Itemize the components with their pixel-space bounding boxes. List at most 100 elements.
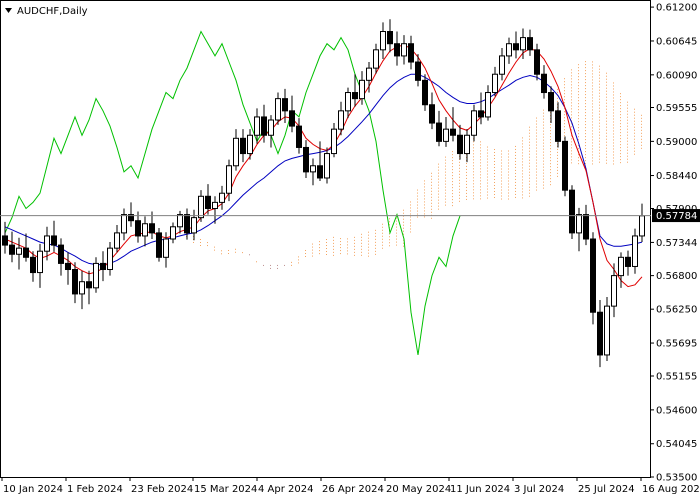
- cloud-dot: [361, 242, 362, 244]
- bullish-candle-body: [212, 201, 218, 209]
- cloud-dot: [613, 124, 614, 126]
- cloud-dot: [326, 251, 327, 252]
- cloud-dot: [375, 253, 376, 255]
- cloud-dot: [515, 166, 516, 168]
- cloud-dot: [501, 174, 502, 176]
- bullish-candle-body: [198, 195, 204, 219]
- cloud-dot: [578, 136, 579, 138]
- cloud-dot: [459, 164, 460, 166]
- cloud-dot: [445, 186, 446, 188]
- cloud-dot: [557, 163, 558, 165]
- cloud-dot: [543, 166, 544, 168]
- bullish-candle-body: [114, 232, 120, 249]
- cloud-dot: [578, 91, 579, 93]
- bearish-candle-body: [562, 140, 568, 191]
- cloud-dot: [585, 124, 586, 126]
- cloud-dot: [620, 102, 621, 104]
- cloud-dot: [431, 208, 432, 210]
- cloud-dot: [592, 79, 593, 81]
- cloud-dot: [438, 202, 439, 204]
- cloud-dot: [578, 79, 579, 81]
- cloud-dot: [445, 198, 446, 200]
- cloud-dot: [354, 242, 355, 244]
- cloud-dot: [515, 181, 516, 183]
- cloud-dot: [347, 241, 348, 243]
- cloud-dot: [529, 195, 530, 197]
- cloud-dot: [508, 177, 509, 179]
- cloud-dot: [431, 211, 432, 213]
- cloud-dot: [410, 216, 411, 218]
- cloud-dot: [375, 232, 376, 234]
- bearish-candle-body: [205, 195, 211, 209]
- cloud-dot: [529, 192, 530, 194]
- cloud-dot: [557, 157, 558, 159]
- cloud-dot: [326, 248, 327, 249]
- cloud-dot: [452, 202, 453, 204]
- cloud-dot: [599, 125, 600, 127]
- cloud-dot: [599, 161, 600, 163]
- bullish-candle-body: [611, 275, 617, 307]
- cloud-dot: [487, 185, 488, 187]
- cloud-dot: [606, 78, 607, 80]
- cloud-dot: [459, 185, 460, 187]
- bearish-candle-body: [65, 262, 71, 271]
- cloud-dot: [270, 267, 271, 269]
- cloud-dot: [571, 111, 572, 113]
- cloud-dot: [634, 129, 635, 131]
- cloud-dot: [592, 97, 593, 99]
- cloud-dot: [613, 85, 614, 87]
- y-tick-label: 0.60090: [656, 70, 697, 81]
- cloud-dot: [431, 193, 432, 195]
- cloud-dot: [620, 99, 621, 101]
- cloud-dot: [613, 115, 614, 117]
- cloud-dot: [627, 155, 628, 157]
- cloud-dot: [585, 157, 586, 159]
- cloud-dot: [417, 210, 418, 212]
- cloud-dot: [627, 116, 628, 118]
- cloud-dot: [627, 104, 628, 106]
- cloud-dot: [480, 183, 481, 185]
- cloud-dot: [571, 153, 572, 155]
- cloud-dot: [606, 84, 607, 86]
- cloud-dot: [592, 91, 593, 93]
- cloud-dot: [585, 160, 586, 162]
- cloud-dot: [606, 135, 607, 137]
- cloud-dot: [536, 171, 537, 173]
- cloud-dot: [214, 246, 215, 248]
- cloud-dot: [606, 117, 607, 119]
- cloud-dot: [466, 198, 467, 200]
- cloud-dot: [592, 106, 593, 108]
- cloud-dot: [445, 195, 446, 197]
- cloud-dot: [424, 204, 425, 206]
- cloud-dot: [438, 163, 439, 165]
- cloud-dot: [550, 151, 551, 153]
- cloud-dot: [459, 173, 460, 175]
- cloud-dot: [571, 87, 572, 89]
- cloud-dot: [410, 231, 411, 233]
- cloud-dot: [592, 127, 593, 129]
- cloud-dot: [550, 181, 551, 183]
- cloud-dot: [641, 120, 642, 122]
- cloud-dot: [592, 73, 593, 75]
- cloud-dot: [396, 241, 397, 243]
- cloud-dot: [424, 198, 425, 200]
- cloud-dot: [508, 174, 509, 176]
- cloud-dot: [536, 153, 537, 155]
- cloud-dot: [487, 164, 488, 166]
- cloud-dot: [452, 178, 453, 180]
- cloud-dot: [501, 192, 502, 194]
- cloud-dot: [536, 135, 537, 137]
- cloud-dot: [473, 165, 474, 167]
- cloud-dot: [452, 190, 453, 192]
- cloud-dot: [480, 141, 481, 143]
- bearish-candle-body: [72, 269, 78, 295]
- cloud-dot: [585, 94, 586, 96]
- cloud-dot: [543, 133, 544, 135]
- cloud-dot: [543, 187, 544, 189]
- cloud-dot: [473, 147, 474, 149]
- cloud-dot: [613, 97, 614, 99]
- cloud-dot: [529, 165, 530, 167]
- cloud-dot: [501, 189, 502, 191]
- cloud-dot: [319, 253, 320, 255]
- cloud-dot: [515, 154, 516, 156]
